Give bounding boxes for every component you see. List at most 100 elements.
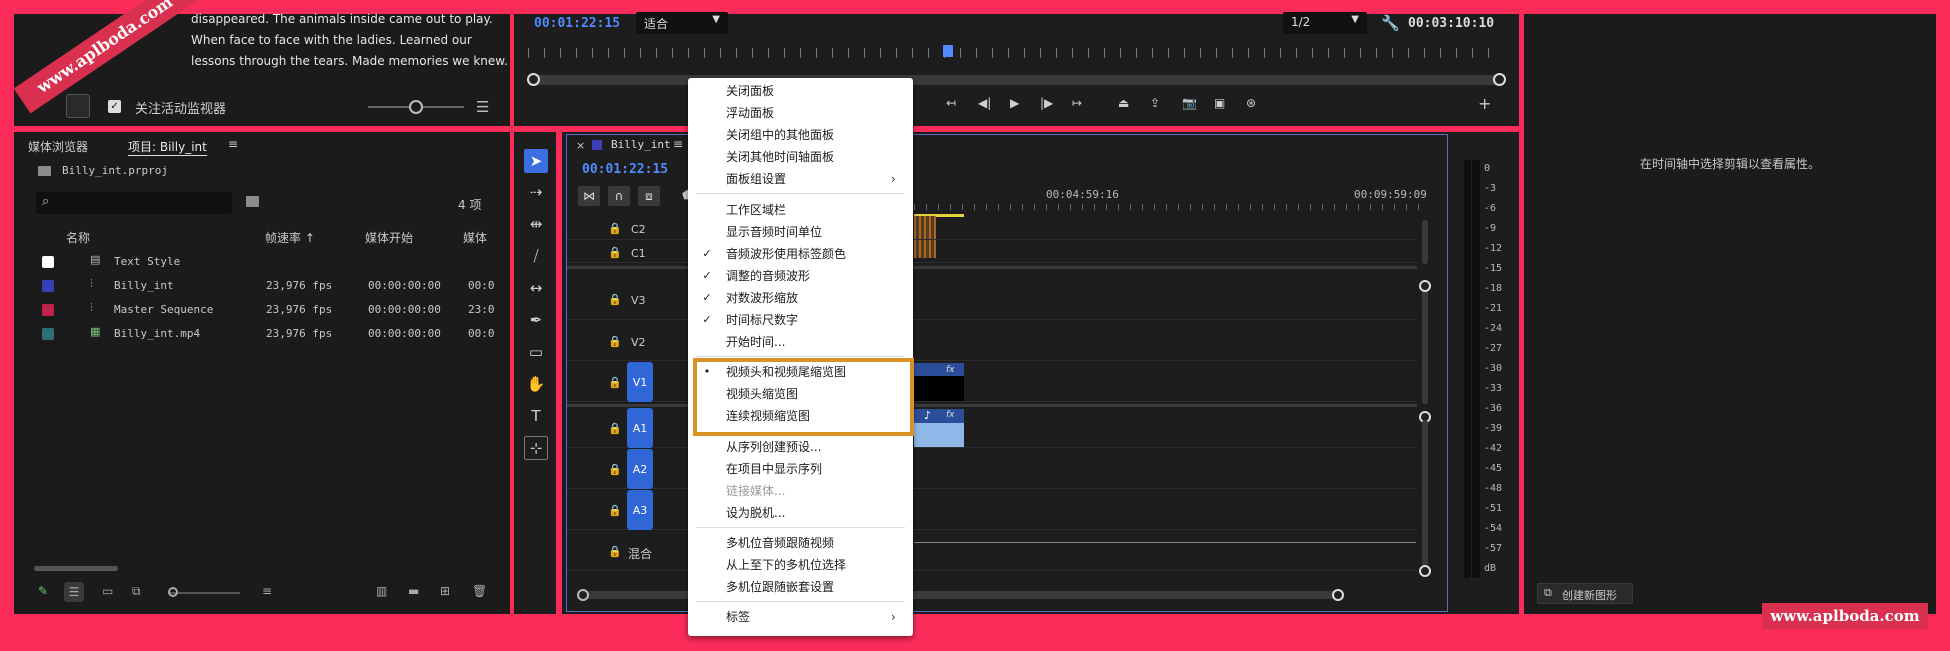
menu-item[interactable]: 标签 — [726, 607, 750, 627]
monitor-playhead[interactable] — [943, 45, 953, 57]
lock-icon[interactable]: 🔒 — [608, 545, 622, 558]
sort-icon[interactable]: ≡ — [262, 584, 272, 598]
tab-menu-icon[interactable]: ≡ — [228, 137, 238, 151]
new-graphic-button[interactable]: ⧉ 创建新图形 — [1537, 583, 1633, 604]
new-item-icon[interactable]: ⊞ — [440, 584, 450, 598]
razor-icon[interactable]: ⧸ — [524, 244, 548, 268]
menu-item[interactable]: 从序列创建预设... — [726, 437, 821, 457]
trash-icon[interactable]: 🗑 — [472, 584, 487, 598]
caption-tracks-scrollbar[interactable] — [1422, 220, 1428, 264]
video-tracks-scrollbar[interactable] — [1422, 286, 1428, 404]
col-header-fps[interactable]: 帧速率 ↑ — [265, 229, 315, 246]
follow-monitor-checkbox[interactable]: ✓ — [108, 100, 121, 113]
menu-item[interactable]: 浮动面板 — [726, 103, 774, 123]
slip-icon[interactable]: ↔ — [524, 276, 548, 300]
lock-icon[interactable]: 🔒 — [608, 222, 622, 235]
camera-icon[interactable]: 📷 — [1182, 96, 1197, 110]
menu-item[interactable]: 调整的音频波形 — [726, 266, 810, 286]
lift-icon[interactable]: ⏏ — [1118, 96, 1129, 110]
settings-sliders-icon[interactable]: ☰ — [476, 98, 494, 116]
pencil-icon[interactable]: ✎ — [38, 584, 48, 598]
resolution-select[interactable]: 1/2 ▼ — [1283, 12, 1367, 34]
menu-item[interactable]: 从上至下的多机位选择 — [726, 555, 846, 575]
step-back-icon[interactable]: ◀| — [978, 96, 991, 110]
track-select-icon[interactable]: ⇢ — [524, 180, 548, 204]
rectangle-icon[interactable]: ▭ — [524, 340, 548, 364]
lock-icon[interactable]: 🔒 — [608, 335, 622, 348]
scroll-handle[interactable] — [1419, 280, 1431, 292]
timeline-tab-menu-icon[interactable]: ≡ — [673, 137, 683, 151]
list-view-icon[interactable]: ☰ — [64, 582, 84, 602]
linked-selection-icon[interactable]: ⧈ — [638, 186, 660, 206]
col-header-start[interactable]: 媒体开始 — [365, 229, 413, 246]
ripple-edit-icon[interactable]: ⇹ — [524, 212, 548, 236]
freeform-view-icon[interactable]: ⧉ — [132, 584, 141, 599]
thumb-size-slider[interactable] — [168, 592, 240, 594]
mark-in-icon[interactable]: ↤ — [946, 96, 956, 110]
lock-icon[interactable]: 🔒 — [608, 376, 622, 389]
magnet-icon[interactable]: ∩ — [608, 186, 630, 206]
caption-tool-icon[interactable]: ⊹ — [524, 436, 548, 460]
table-row[interactable]: ⫶ Billy_int 23,976 fps 00:00:00:00 00:0 — [30, 274, 495, 298]
close-tab-icon[interactable]: × — [576, 139, 585, 152]
menu-item[interactable]: 显示音频时间单位 — [726, 222, 822, 242]
audio-tracks-scrollbar[interactable] — [1422, 420, 1428, 570]
tab-timeline[interactable]: Billy_int — [611, 138, 671, 151]
hand-icon[interactable]: ✋ — [524, 372, 548, 396]
menu-item[interactable]: 多机位音频跟随视频 — [726, 533, 834, 553]
scroll-handle[interactable] — [1419, 565, 1431, 577]
type-icon[interactable]: T — [524, 404, 548, 428]
program-timecode[interactable]: 00:01:22:15 — [534, 16, 620, 31]
scroll-handle[interactable] — [577, 589, 589, 601]
track-a1-target[interactable]: A1 — [627, 408, 653, 448]
label-swatch[interactable] — [42, 280, 54, 292]
track-a2-target[interactable]: A2 — [627, 449, 653, 489]
thumb-size-handle[interactable] — [168, 587, 178, 597]
menu-item[interactable]: 在项目中显示序列 — [726, 459, 822, 479]
table-row[interactable]: ▦ Billy_int.mp4 23,976 fps 00:00:00:00 0… — [30, 322, 495, 346]
new-bin-search-icon[interactable] — [246, 196, 259, 207]
pen-icon[interactable]: ✒ — [524, 308, 548, 332]
zoom-slider-handle[interactable] — [409, 100, 423, 114]
menu-item[interactable]: 对数波形缩放 — [726, 288, 798, 308]
automate-icon[interactable]: ▥ — [376, 584, 387, 598]
lock-icon[interactable]: 🔒 — [608, 246, 622, 259]
compare-icon[interactable]: ▣ — [1214, 96, 1225, 110]
icon-view-icon[interactable]: ▭ — [102, 584, 113, 598]
menu-item[interactable]: 关闭其他时间轴面板 — [726, 147, 834, 167]
captions-icon[interactable] — [66, 94, 90, 118]
lock-icon[interactable]: 🔒 — [608, 293, 622, 306]
col-header-end[interactable]: 媒体 — [463, 229, 487, 246]
tab-project[interactable]: 项目: Billy_int — [128, 138, 207, 156]
play-icon[interactable]: ▶ — [1010, 96, 1019, 110]
scroll-handle-left[interactable] — [527, 73, 540, 86]
lock-icon[interactable]: 🔒 — [608, 504, 622, 517]
extract-icon[interactable]: ⇪ — [1150, 96, 1160, 110]
lock-icon[interactable]: 🔒 — [608, 463, 622, 476]
menu-item[interactable]: 关闭组中的其他面板 — [726, 125, 834, 145]
audio-clip[interactable] — [914, 409, 964, 447]
table-row[interactable]: ⫶ Master Sequence 23,976 fps 00:00:00:00… — [30, 298, 495, 322]
menu-item[interactable]: 关闭面板 — [726, 81, 774, 101]
menu-item[interactable]: 时间标尺数字 — [726, 310, 798, 330]
timeline-timecode[interactable]: 00:01:22:15 — [582, 162, 668, 177]
vr-icon[interactable]: ⊛ — [1246, 96, 1256, 110]
mark-out-icon[interactable]: ↦ — [1072, 96, 1082, 110]
menu-item[interactable]: 设为脱机... — [726, 503, 785, 523]
scroll-handle[interactable] — [1332, 589, 1344, 601]
wrench-icon[interactable]: 🔧 — [1381, 14, 1400, 32]
snap-icon[interactable]: ⋈ — [578, 186, 600, 206]
menu-item[interactable]: 工作区域栏 — [726, 200, 786, 220]
selection-tool-icon[interactable]: ➤ — [524, 149, 548, 173]
project-scrollbar[interactable] — [34, 566, 118, 571]
lock-icon[interactable]: 🔒 — [608, 422, 622, 435]
menu-item[interactable]: 多机位跟随嵌套设置 — [726, 577, 834, 597]
tab-media-browser[interactable]: 媒体浏览器 — [28, 138, 88, 155]
col-header-name[interactable]: 名称 — [66, 229, 90, 246]
scroll-handle-right[interactable] — [1493, 73, 1506, 86]
step-forward-icon[interactable]: |▶ — [1040, 96, 1053, 110]
search-input[interactable]: ⌕ — [36, 192, 232, 214]
add-button-icon[interactable]: + — [1478, 94, 1491, 113]
label-swatch[interactable] — [42, 304, 54, 316]
table-row[interactable]: ▤ Text Style — [30, 250, 490, 274]
